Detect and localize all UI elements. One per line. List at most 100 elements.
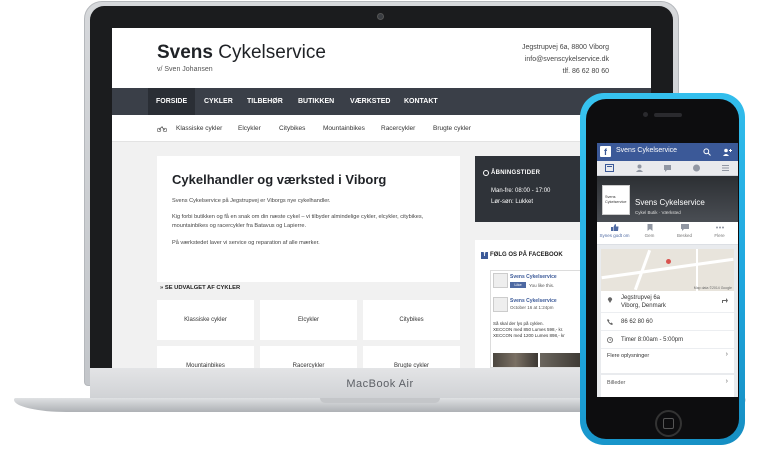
phone-front: f Svens Cykelservice Svens Cykelservice … (586, 99, 739, 439)
map-credit: Map data ©2014 Google (693, 286, 732, 290)
clock-icon (483, 170, 489, 176)
nav-forside[interactable]: FORSIDE (148, 88, 196, 115)
contact-address: Jegstrupvej 6a, 8800 Viborg (521, 44, 609, 51)
fb-top-bar: f Svens Cykelservice (597, 143, 738, 161)
laptop-notch (320, 398, 440, 403)
nav-cykler[interactable]: CYKLER (196, 88, 241, 115)
people-icon[interactable] (635, 164, 644, 172)
fb-post-thumbnail (493, 297, 508, 312)
bookmark-icon (647, 224, 652, 231)
fb-likes-text: You like this. (529, 283, 555, 288)
message-label: Besked (676, 233, 692, 238)
nav-butikken[interactable]: BUTIKKEN (290, 88, 342, 115)
message-icon (680, 224, 689, 231)
brand-title[interactable]: Svens Cykelservice (157, 42, 326, 64)
like-page-button[interactable]: Synes godt om (597, 224, 632, 238)
menu-icon[interactable] (721, 164, 730, 172)
category-citybikes[interactable]: Citybikes (363, 300, 460, 340)
laptop-screen: Svens Cykelservice v/ Sven Johansen Jegs… (112, 28, 651, 368)
profile-picture[interactable]: Svens Cykelservice (602, 185, 630, 215)
thumbs-up-icon (610, 224, 618, 231)
sub-nav: Klassiske cykler Elcykler Citybikes Moun… (112, 115, 651, 142)
save-button[interactable]: Gem (632, 224, 667, 238)
contact-block: Jegstrupvej 6a, 8800 Viborg info@svenscy… (522, 42, 609, 78)
brand-bold: Svens (157, 42, 213, 63)
intro-card: Cykelhandler og værksted i Viborg Svens … (157, 156, 460, 282)
clock-icon (607, 337, 613, 343)
fb-page-category: Cykel Butik · Værksted (635, 210, 681, 215)
opening-hours: Timer 8:00am - 5:00pm (621, 337, 684, 343)
brand-subtitle: v/ Sven Johansen (157, 66, 213, 73)
subnav-mountainbikes[interactable]: Mountainbikes (323, 115, 365, 142)
bike-icon (157, 126, 167, 132)
category-klassiske[interactable]: Klassiske cykler (157, 300, 254, 340)
nav-vaerksted[interactable]: VÆRKSTED (342, 88, 398, 115)
fb-like-button[interactable]: Like (510, 282, 526, 288)
more-info-label: Flere oplysninger (607, 353, 650, 359)
map-pin-icon (666, 259, 671, 264)
facebook-title: FØLG OS PÅ FACEBOOK (490, 252, 563, 258)
save-label: Gem (644, 233, 655, 238)
photos-section[interactable]: Billeder › (601, 375, 734, 397)
brand-rest: Cykelservice (212, 42, 326, 63)
page-title: Cykelhandler og værksted i Viborg (172, 172, 387, 187)
category-brugte[interactable]: Brugte cykler (363, 346, 460, 368)
fb-tab-bar (597, 161, 738, 176)
more-button[interactable]: Flere (702, 224, 737, 238)
fb-post-photo[interactable] (540, 353, 585, 367)
fb-page-thumbnail (493, 273, 508, 288)
messages-icon[interactable] (663, 164, 672, 172)
location-pin-icon (607, 297, 613, 303)
nav-kontakt[interactable]: KONTAKT (396, 88, 446, 115)
subnav-brugte[interactable]: Brugte cykler (433, 115, 471, 142)
phone: f Svens Cykelservice Svens Cykelservice … (580, 93, 745, 445)
chevron-right-icon: › (725, 378, 728, 385)
nav-tilbehor[interactable]: TILBEHØR (239, 88, 291, 115)
see-selection-heading[interactable]: » SE UDVALGET AF CYKLER (160, 285, 240, 291)
facebook-logo-icon[interactable]: f (600, 146, 611, 157)
category-elcykler[interactable]: Elcykler (260, 300, 357, 340)
fb-topbar-title: Svens Cykelservice (616, 147, 678, 154)
more-dots-icon (715, 226, 724, 229)
search-icon[interactable] (703, 148, 711, 156)
main-nav: FORSIDE CYKLER TILBEHØR BUTIKKEN VÆRKSTE… (112, 88, 651, 115)
chevron-right-icon: › (725, 351, 728, 358)
more-info-row[interactable]: Flere oplysninger › (601, 349, 734, 365)
front-camera-icon (643, 112, 648, 117)
location-map[interactable]: Map data ©2014 Google (601, 249, 734, 291)
directions-icon[interactable] (722, 298, 728, 303)
site-header: Svens Cykelservice v/ Sven Johansen Jegs… (112, 28, 651, 88)
fb-page-name: Svens Cykelservice (635, 198, 705, 207)
more-label: Flere (714, 233, 725, 238)
hours-weekdays: Man-fre: 08:00 - 17:00 (491, 188, 551, 194)
globe-icon[interactable] (692, 164, 701, 172)
facebook-icon: f (481, 252, 488, 259)
see-selection-label: SE UDVALGET AF CYKLER (164, 285, 241, 291)
subnav-elcykler[interactable]: Elcykler (238, 115, 261, 142)
subnav-racercykler[interactable]: Racercykler (381, 115, 415, 142)
category-racercykler[interactable]: Racercykler (260, 346, 357, 368)
hours-weekend: Lør-søn: Lukket (491, 199, 534, 205)
friends-icon[interactable] (723, 148, 732, 156)
fb-post-photo[interactable] (493, 353, 538, 367)
fb-page-name[interactable]: Svens Cykelservice (510, 274, 557, 280)
intro-paragraph-2: Kig forbi butikken og få en snak om din … (172, 214, 424, 229)
news-feed-icon[interactable] (605, 164, 614, 172)
speaker-icon (654, 113, 682, 117)
contact-email[interactable]: info@svenscykelservice.dk (522, 54, 609, 66)
page-info: Jegstrupvej 6a Viborg, Denmark 86 62 80 … (601, 291, 734, 373)
intro-paragraph-1: Svens Cykelservice på Jegstrupvej er Vib… (172, 198, 331, 204)
phone-number: 86 62 80 60 (621, 319, 653, 325)
address-line-2: Viborg, Denmark (621, 303, 666, 309)
message-button[interactable]: Besked (667, 224, 702, 238)
webcam-icon (377, 13, 384, 20)
subnav-citybikes[interactable]: Citybikes (279, 115, 305, 142)
contact-phone[interactable]: tlf. 86 62 80 60 (522, 66, 609, 78)
subnav-klassiske[interactable]: Klassiske cykler (176, 115, 222, 142)
map-road (696, 249, 698, 291)
category-mountainbikes[interactable]: Mountainbikes (157, 346, 254, 368)
address-row[interactable]: Jegstrupvej 6a Viborg, Denmark (601, 291, 734, 313)
fb-post-author[interactable]: Svens Cykelservice (510, 298, 557, 304)
hours-row[interactable]: Timer 8:00am - 5:00pm (601, 331, 734, 349)
phone-row[interactable]: 86 62 80 60 (601, 313, 734, 331)
